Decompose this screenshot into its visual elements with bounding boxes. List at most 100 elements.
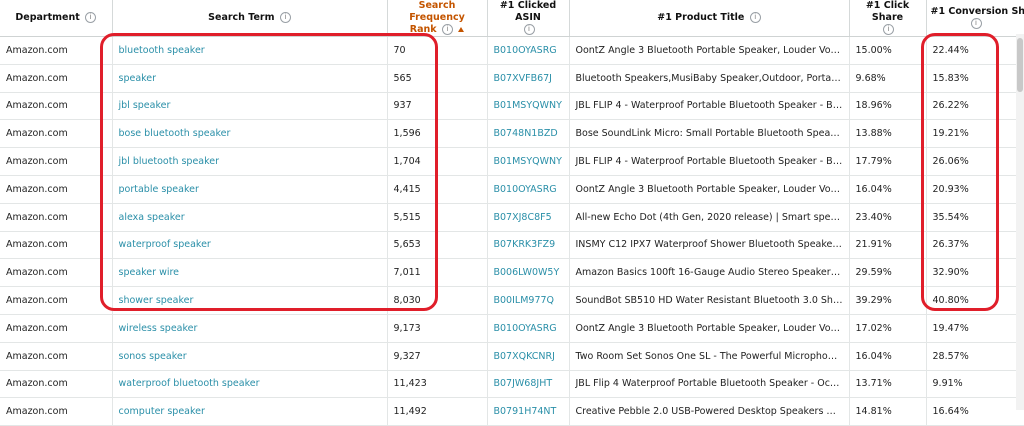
click-share-cell: 9.68% <box>849 64 927 93</box>
table-row: Amazon.com jbl speaker 937 B01MSYQWNY JBL FL… <box>0 92 1024 121</box>
info-icon[interactable]: i <box>749 12 761 23</box>
info-icon[interactable]: i <box>523 24 535 35</box>
sort-ascending-icon[interactable] <box>458 27 465 32</box>
conversion-share-cell: 26.06% <box>926 147 1024 176</box>
info-icon[interactable]: i <box>279 12 291 23</box>
scrollbar-thumb[interactable] <box>1017 38 1023 92</box>
dept-cell: Amazon.com <box>0 119 113 149</box>
dept-cell: Amazon.com <box>0 314 113 343</box>
rank-cell: 4,415 <box>387 175 488 204</box>
product-title-cell: JBL Flip 4 Waterproof Portable Bluetooth… <box>569 370 850 399</box>
column-header-clicked-asin[interactable]: #1 Clicked ASIN i <box>487 0 570 37</box>
asin-link[interactable]: B01MSYQWNY <box>494 156 562 167</box>
search-term-link[interactable]: speaker <box>119 73 157 84</box>
click-share-cell: 23.40% <box>849 203 927 232</box>
column-header-label: #1 Clicked ASIN <box>499 0 557 23</box>
search-term-link[interactable]: jbl bluetooth speaker <box>119 156 220 167</box>
conversion-share-cell: 15.83% <box>926 64 1024 93</box>
rank-cell: 8,030 <box>387 286 488 315</box>
dept-cell: Amazon.com <box>0 92 113 121</box>
asin-link[interactable]: B0791H74NT <box>494 406 557 417</box>
click-share-cell: 16.04% <box>849 342 927 371</box>
table-header: Department i Search Term i Search Freque… <box>0 0 1024 37</box>
column-header-conversion-share[interactable]: #1 Conversion Share i <box>926 0 1024 37</box>
search-term-link[interactable]: shower speaker <box>119 295 194 306</box>
dept-cell: Amazon.com <box>0 64 113 93</box>
conversion-share-cell: 28.57% <box>926 342 1024 371</box>
column-header-label: #1 Product Title <box>657 12 745 23</box>
search-term-link[interactable]: bluetooth speaker <box>119 45 205 56</box>
search-term-link[interactable]: portable speaker <box>119 184 199 195</box>
asin-link[interactable]: B010OYASRG <box>494 323 557 334</box>
rank-cell: 1,596 <box>387 119 488 149</box>
info-icon[interactable]: i <box>883 24 894 35</box>
conversion-share-cell: 19.21% <box>926 119 1024 149</box>
product-title-cell: SoundBot SB510 HD Water Resistant Blueto… <box>569 286 850 315</box>
info-icon[interactable]: i <box>441 24 453 35</box>
dept-cell: Amazon.com <box>0 36 113 65</box>
search-term-link[interactable]: alexa speaker <box>119 212 185 223</box>
asin-link[interactable]: B07XQKCNRJ <box>494 351 555 362</box>
search-term-link[interactable]: waterproof bluetooth speaker <box>119 378 260 389</box>
asin-link[interactable]: B07JW68JHT <box>494 378 553 389</box>
asin-link[interactable]: B07XVFB67J <box>494 73 552 84</box>
dept-cell: Amazon.com <box>0 258 113 288</box>
search-term-link[interactable]: computer speaker <box>119 406 205 417</box>
asin-link[interactable]: B010OYASRG <box>494 184 557 195</box>
info-icon[interactable]: i <box>85 12 97 23</box>
product-title-cell: Amazon Basics 100ft 16-Gauge Audio Stere… <box>569 258 850 288</box>
click-share-cell: 17.79% <box>849 147 927 176</box>
product-title-cell: Creative Pebble 2.0 USB-Powered Desktop … <box>569 397 850 426</box>
search-term-link[interactable]: waterproof speaker <box>119 239 211 250</box>
conversion-share-cell: 40.80% <box>926 286 1024 315</box>
product-title-cell: INSMY C12 IPX7 Waterproof Shower Bluetoo… <box>569 231 850 260</box>
column-header-department[interactable]: Department i <box>0 0 113 37</box>
conversion-share-cell: 26.37% <box>926 231 1024 260</box>
table-row: Amazon.com sonos speaker 9,327 B07XQKCNRJ Tw… <box>0 342 1024 371</box>
product-title-cell: JBL FLIP 4 - Waterproof Portable Bluetoo… <box>569 92 850 121</box>
click-share-cell: 21.91% <box>849 231 927 260</box>
asin-link[interactable]: B07XJ8C8F5 <box>494 212 552 223</box>
product-title-cell: OontZ Angle 3 Bluetooth Portable Speaker… <box>569 175 850 204</box>
asin-link[interactable]: B006LW0W5Y <box>494 267 560 278</box>
rank-cell: 9,173 <box>387 314 488 343</box>
search-term-link[interactable]: speaker wire <box>119 267 180 278</box>
table-row: Amazon.com speaker wire 7,011 B006LW0W5Y Ama… <box>0 258 1024 288</box>
rank-cell: 9,327 <box>387 342 488 371</box>
table-row: Amazon.com shower speaker 8,030 B00ILM977Q S… <box>0 286 1024 315</box>
click-share-cell: 16.04% <box>849 175 927 204</box>
rank-cell: 7,011 <box>387 258 488 288</box>
column-header-search-term[interactable]: Search Term i <box>112 0 388 37</box>
table-body: Amazon.com bluetooth speaker 70 B010OYASRG O… <box>0 36 1024 426</box>
column-header-label-line2: Rank <box>409 24 437 35</box>
info-icon[interactable]: i <box>970 18 982 29</box>
conversion-share-cell: 22.44% <box>926 36 1024 65</box>
product-title-cell: OontZ Angle 3 Bluetooth Portable Speaker… <box>569 314 850 343</box>
column-header-click-share[interactable]: #1 Click Share i <box>849 0 927 37</box>
search-term-link[interactable]: bose bluetooth speaker <box>119 128 231 139</box>
asin-link[interactable]: B01MSYQWNY <box>494 100 562 111</box>
table-row: Amazon.com jbl bluetooth speaker 1,704 B01M… <box>0 147 1024 176</box>
asin-link[interactable]: B0748N1BZD <box>494 128 558 139</box>
asin-link[interactable]: B00ILM977Q <box>494 295 555 306</box>
column-header-product-title[interactable]: #1 Product Title i <box>569 0 850 37</box>
dept-cell: Amazon.com <box>0 147 113 176</box>
table-row: Amazon.com bose bluetooth speaker 1,596 B07… <box>0 119 1024 149</box>
rank-cell: 70 <box>387 36 488 65</box>
vertical-scrollbar[interactable] <box>1016 34 1024 410</box>
conversion-share-cell: 20.93% <box>926 175 1024 204</box>
dept-cell: Amazon.com <box>0 342 113 371</box>
asin-link[interactable]: B07KRK3FZ9 <box>494 239 556 250</box>
click-share-cell: 14.81% <box>849 397 927 426</box>
rank-cell: 1,704 <box>387 147 488 176</box>
column-header-search-frequency-rank[interactable]: Search Frequency Rank i <box>387 0 488 37</box>
search-term-link[interactable]: jbl speaker <box>119 100 171 111</box>
dept-cell: Amazon.com <box>0 203 113 232</box>
rank-cell: 5,515 <box>387 203 488 232</box>
asin-link[interactable]: B010OYASRG <box>494 45 557 56</box>
search-term-link[interactable]: wireless speaker <box>119 323 198 334</box>
search-term-link[interactable]: sonos speaker <box>119 351 187 362</box>
table-row: Amazon.com waterproof bluetooth speaker 11… <box>0 370 1024 399</box>
table-row: Amazon.com waterproof speaker 5,653 B07KRK3… <box>0 231 1024 260</box>
conversion-share-cell: 35.54% <box>926 203 1024 232</box>
